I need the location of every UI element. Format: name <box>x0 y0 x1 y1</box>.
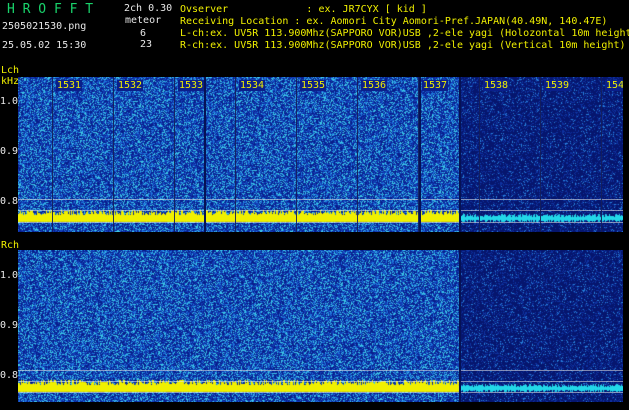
minute-label: 1534 <box>239 80 266 91</box>
minute-label: 1536 <box>361 80 388 91</box>
lch-gap-marker <box>459 77 461 232</box>
rch-gridline <box>18 392 623 393</box>
minute-marker <box>540 77 541 232</box>
minute-marker <box>601 77 602 232</box>
rch-tick-0-8: 0.8 <box>0 370 19 381</box>
mode-label: meteor <box>125 15 162 26</box>
lch-tick-1-0: 1.0 <box>0 96 19 107</box>
rch-waterfall <box>18 250 623 402</box>
lch-gridline <box>18 222 623 223</box>
minute-label: 1533 <box>178 80 205 91</box>
minute-marker <box>52 77 53 232</box>
minute-label: 1535 <box>300 80 327 91</box>
minute-marker <box>357 77 358 232</box>
rch-gap-marker <box>459 250 461 402</box>
rch-label: Rch <box>1 240 20 251</box>
lch-gap-marker <box>419 77 421 232</box>
lch-info-line: L-ch:ex. UV5R 113.900Mhz(SAPPORO VOR)USB… <box>180 28 629 39</box>
filename: 2505021530.png <box>2 21 87 32</box>
minute-marker <box>418 77 419 232</box>
lch-unit: kHz <box>1 76 20 87</box>
minute-marker <box>479 77 480 232</box>
minute-marker <box>113 77 114 232</box>
observer-line: Ovserver : ex. JR7CYX [ kid ] <box>180 4 427 15</box>
rch-tick-1-0: 1.0 <box>0 270 19 281</box>
rch-spectrogram <box>18 250 623 402</box>
lch-waterfall: 1531 1532 1533 1534 1535 1536 1537 1538 1539 1540 <box>18 77 623 232</box>
minute-label: 1538 <box>483 80 510 91</box>
minute-marker <box>296 77 297 232</box>
lch-gap-marker <box>204 77 206 232</box>
lch-label: Lch <box>1 65 20 76</box>
lch-tick-0-9: 0.9 <box>0 146 19 157</box>
lch-gridline <box>18 210 623 211</box>
lch-tick-0-8: 0.8 <box>0 196 19 207</box>
timestamp: 25.05.02 15:30 <box>2 40 87 51</box>
minute-label: 1531 <box>56 80 83 91</box>
rch-gridline <box>18 370 623 371</box>
minute-label: 1532 <box>117 80 144 91</box>
app-logo: H R O F F T <box>7 2 94 17</box>
version: 2ch 0.30 <box>124 3 173 14</box>
rch-count: 23 <box>140 39 153 50</box>
location-line: Receiving Location : ex. Aomori City Aom… <box>180 16 608 27</box>
lch-spectrogram <box>18 77 623 232</box>
lch-gridline <box>18 199 623 200</box>
lch-count: 6 <box>140 28 147 39</box>
rch-gridline <box>18 381 623 382</box>
minute-label: 1539 <box>544 80 571 91</box>
rch-tick-0-9: 0.9 <box>0 320 19 331</box>
minute-marker <box>174 77 175 232</box>
rch-info-line: R-ch:ex. UV5R 113.900Mhz(SAPPORO VOR)USB… <box>180 40 626 51</box>
minute-label: 1537 <box>422 80 449 91</box>
minute-label: 1540 <box>605 80 623 91</box>
minute-marker <box>235 77 236 232</box>
